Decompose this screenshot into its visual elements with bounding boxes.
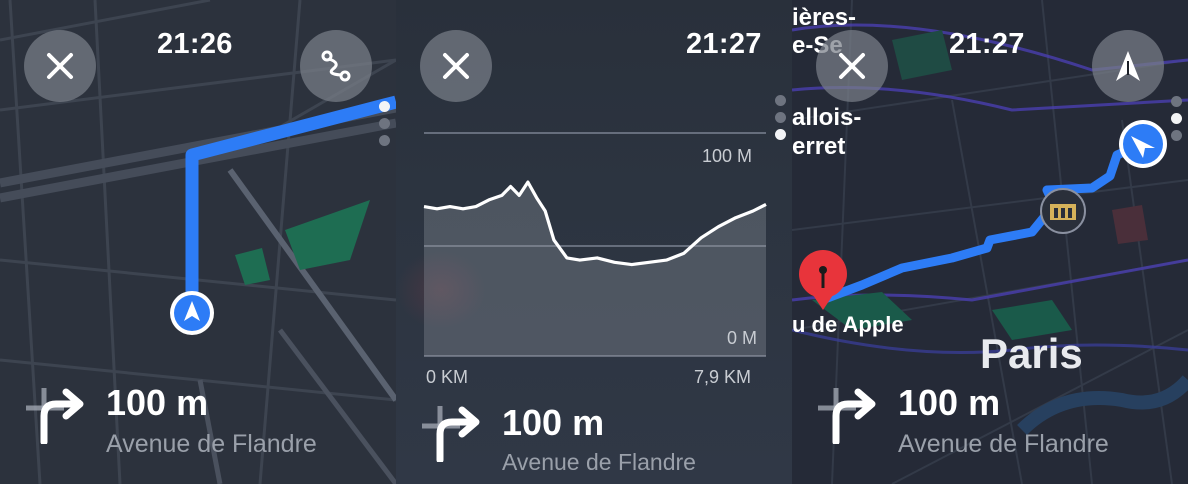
close-icon — [839, 53, 865, 79]
navigation-arrow-icon — [1119, 120, 1167, 168]
compass-north-icon — [1116, 51, 1140, 81]
clock-time: 21:26 — [157, 28, 233, 60]
city-map-panel: ières- e-Se allois- erret u de Apple Par… — [792, 0, 1188, 484]
elevation-panel: 21:27 100 M 0 M 0 KM 7,9 KM 100 m Avenue… — [396, 0, 792, 484]
route-overview-icon — [321, 50, 351, 82]
turn-right-arrow-icon — [422, 406, 480, 462]
page-indicator — [1171, 96, 1183, 147]
map-label-place4: erret — [792, 133, 846, 160]
y-axis-bottom-label: 0 M — [727, 328, 758, 348]
navigation-map-panel: 21:26 100 m Avenue de Flandre — [0, 0, 396, 484]
page-indicator — [379, 101, 391, 152]
map-label-city: Paris — [980, 330, 1083, 377]
street-name: Avenue de Flandre — [898, 430, 1109, 458]
distance-to-turn: 100 m — [106, 382, 209, 423]
clock-time: 21:27 — [949, 28, 1025, 60]
turn-right-arrow-icon — [26, 388, 84, 444]
page-dot — [1171, 96, 1182, 107]
x-axis-end-label: 7,9 KM — [694, 367, 752, 387]
page-dot — [1171, 113, 1182, 124]
landmark-icon[interactable] — [1040, 188, 1086, 234]
page-dot — [379, 118, 390, 129]
distance-to-turn: 100 m — [898, 382, 1001, 423]
close-button[interactable] — [816, 30, 888, 102]
close-icon — [47, 53, 73, 79]
page-dot — [379, 101, 390, 112]
turn-right-arrow-icon — [818, 388, 876, 444]
map-label-place3: allois- — [792, 104, 862, 131]
route-overview-button[interactable] — [300, 30, 372, 102]
street-name: Avenue de Flandre — [106, 430, 317, 458]
distance-to-turn: 100 m — [502, 402, 605, 443]
street-name: Avenue de Flandre — [502, 449, 696, 475]
compass-button[interactable] — [1092, 30, 1164, 102]
close-button[interactable] — [24, 30, 96, 102]
navigation-arrow-icon — [170, 291, 214, 335]
page-dot — [1171, 130, 1182, 141]
map-pin-icon[interactable] — [796, 248, 852, 318]
x-axis-start-label: 0 KM — [426, 367, 469, 387]
map-label-place1: ières- — [792, 4, 857, 31]
y-axis-top-label: 100 M — [702, 146, 753, 166]
page-dot — [379, 135, 390, 146]
